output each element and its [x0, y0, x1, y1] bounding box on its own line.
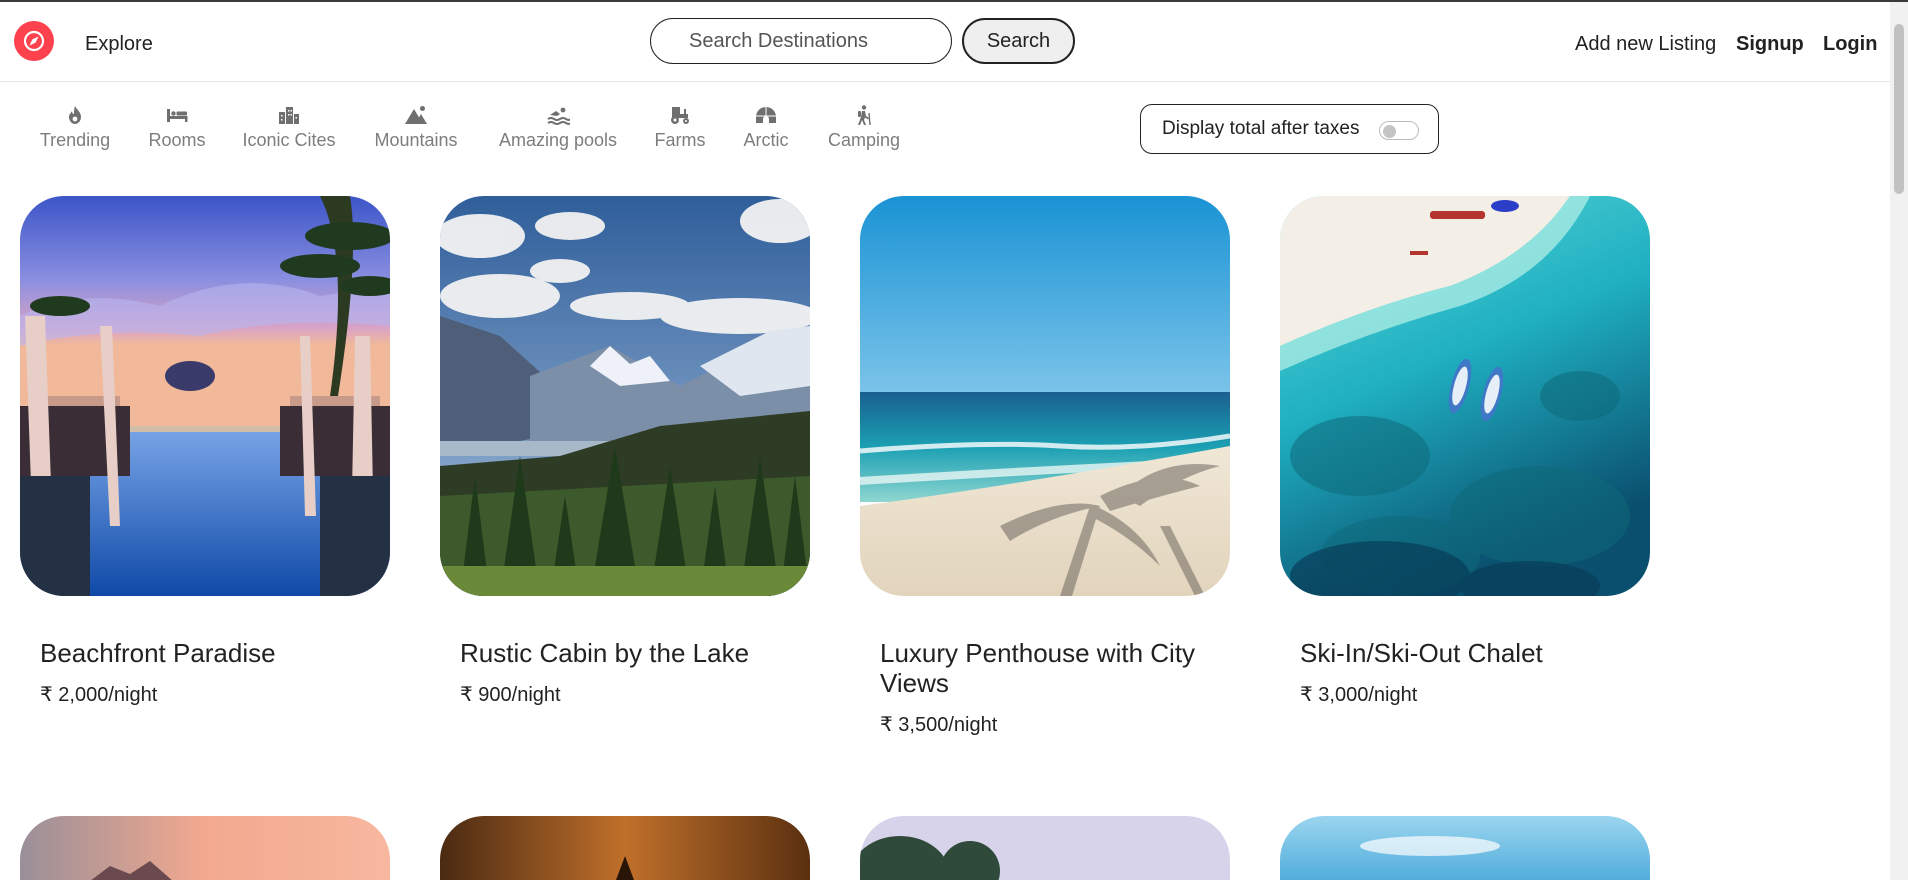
bed-icon: [167, 109, 188, 122]
search-button[interactable]: Search: [962, 18, 1075, 64]
filter-amazing-pools[interactable]: Amazing pools: [498, 104, 618, 154]
tent-interior-photo: [440, 816, 810, 880]
listing-price: ₹ 900/night: [460, 684, 561, 706]
filter-arctic[interactable]: Arctic: [740, 104, 792, 154]
filter-label: Mountains: [374, 130, 458, 150]
listing-title: Luxury Penthouse with City Views: [880, 638, 1196, 698]
fire-icon: [69, 106, 81, 124]
scrollbar-thumb[interactable]: [1894, 24, 1904, 194]
city-icon: [279, 107, 299, 124]
switch-knob: [1383, 125, 1396, 138]
filter-label: Farms: [654, 130, 706, 150]
forest-lake-photo: [860, 816, 1230, 880]
filter-label: Trending: [39, 130, 111, 150]
filter-label: Iconic Cites: [242, 130, 336, 150]
compass-logo-icon[interactable]: [14, 21, 54, 61]
explore-link[interactable]: Explore: [85, 33, 153, 56]
listing-card-ski-chalet[interactable]: Ski-In/Ski-Out Chalet ₹ 3,000/night: [1280, 196, 1650, 716]
filter-camping[interactable]: Camping: [826, 104, 902, 154]
tax-toggle-switch[interactable]: [1379, 121, 1419, 140]
listing-card-luxury-penthouse[interactable]: Luxury Penthouse with City Views ₹ 3,500…: [860, 196, 1230, 736]
listing-card-partial[interactable]: [860, 816, 1230, 880]
listing-card-rustic-cabin[interactable]: Rustic Cabin by the Lake ₹ 900/night: [440, 196, 810, 716]
filter-trending[interactable]: Trending: [40, 104, 110, 154]
listing-image[interactable]: [860, 196, 1230, 596]
listing-card-partial[interactable]: [1280, 816, 1650, 880]
filter-iconic-cities[interactable]: Iconic Cites: [242, 104, 336, 154]
listing-image[interactable]: [440, 196, 810, 596]
listing-price: ₹ 2,000/night: [40, 684, 158, 706]
listing-title: Rustic Cabin by the Lake: [460, 638, 750, 668]
tropical-beach-photo: [860, 196, 1230, 596]
filter-label: Camping: [827, 130, 901, 150]
listing-title: Ski-In/Ski-Out Chalet: [1300, 638, 1543, 668]
listing-card-partial[interactable]: [440, 816, 810, 880]
listing-image[interactable]: [1280, 196, 1650, 596]
hiker-icon: [858, 105, 871, 126]
filter-farms[interactable]: Farms: [654, 104, 706, 154]
tractor-icon: [671, 107, 689, 124]
listing-title: Beachfront Paradise: [40, 638, 276, 668]
tax-toggle-box: Display total after taxes: [1140, 104, 1439, 154]
swimmer-icon: [547, 107, 570, 125]
listing-price: ₹ 3,500/night: [880, 714, 998, 736]
add-new-listing-link[interactable]: Add new Listing: [1575, 33, 1716, 56]
mountain-icon: [405, 106, 427, 124]
listing-image[interactable]: [20, 196, 390, 596]
signup-link[interactable]: Signup: [1736, 33, 1804, 56]
listing-card-beachfront-paradise[interactable]: Beachfront Paradise ₹ 2,000/night: [20, 196, 390, 716]
filter-label: Rooms: [148, 130, 206, 150]
filter-label: Amazing pools: [498, 130, 618, 150]
filter-mountains[interactable]: Mountains: [373, 104, 459, 154]
resort-pool-photo: [20, 196, 390, 596]
sky-ocean-photo: [1280, 816, 1650, 880]
igloo-icon: [756, 107, 776, 123]
filter-rooms[interactable]: Rooms: [145, 104, 209, 154]
login-link[interactable]: Login: [1823, 33, 1877, 56]
page-scrollbar[interactable]: [1890, 2, 1908, 880]
filter-label: Arctic: [743, 130, 789, 150]
mountain-valley-photo: [440, 196, 810, 596]
sunset-mountain-photo: [20, 816, 390, 880]
navbar: Explore Search Add new Listing Signup Lo…: [0, 2, 1890, 82]
search-destinations-input[interactable]: [650, 18, 952, 64]
listing-price: ₹ 3,000/night: [1300, 684, 1418, 706]
aerial-lagoon-photo: [1280, 196, 1650, 596]
tax-toggle-label: Display total after taxes: [1162, 118, 1360, 139]
listing-card-partial[interactable]: [20, 816, 390, 880]
